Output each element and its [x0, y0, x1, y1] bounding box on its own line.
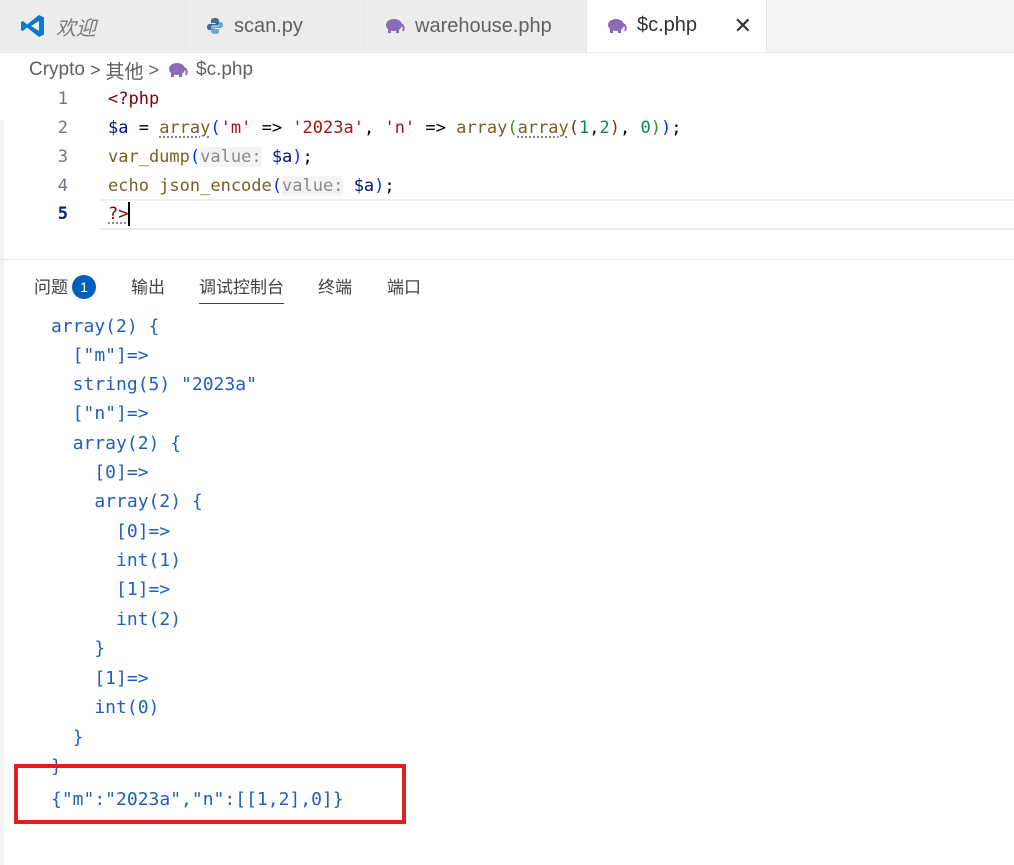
tab-label: 欢迎: [56, 17, 96, 40]
vscode-logo-icon: [21, 15, 44, 37]
console-line: [1]=>: [51, 579, 171, 600]
console-line: [0]=>: [51, 521, 171, 542]
php-elephant-icon: [169, 63, 188, 77]
console-line: array(2) {: [51, 433, 182, 454]
text-cursor: [128, 202, 131, 226]
code-line: 1 <?php: [0, 85, 1014, 114]
tab-terminal[interactable]: 终端: [318, 275, 352, 301]
editor-tab-bar: 欢迎 scan.py warehouse.php $c.php ✕: [0, 0, 1014, 53]
line-number: 5: [57, 204, 68, 224]
code-text: var_dump(value: $a);: [108, 147, 313, 167]
code-text: ?>: [108, 202, 131, 226]
console-line: string(5) "2023a": [51, 374, 257, 395]
code-text: $a = array('m' => '2023a', 'n' => array(…: [108, 118, 682, 138]
console-line: [1]=>: [51, 668, 149, 689]
breadcrumb: Crypto > 其他 > $c.php: [29, 57, 253, 83]
highlight-box: [14, 764, 406, 824]
inlay-hint: value:: [282, 176, 344, 196]
chevron-right-icon: >: [89, 59, 101, 80]
tab-bar-empty-area: [767, 0, 1014, 52]
php-elephant-icon: [386, 19, 405, 33]
console-line: }: [51, 638, 106, 659]
line-number: 2: [57, 118, 68, 138]
console-line: array(2) {: [51, 316, 160, 337]
line-number: 4: [57, 176, 68, 196]
python-icon: [207, 18, 223, 34]
line-number: 1: [57, 89, 68, 109]
inlay-hint: value:: [200, 147, 262, 167]
panel-divider: [0, 259, 1014, 260]
console-line: int(0): [51, 697, 160, 718]
code-line: 3 var_dump(value: $a);: [0, 143, 1014, 172]
code-text: <?php: [108, 89, 160, 109]
php-elephant-icon: [608, 18, 627, 33]
console-line: array(2) {: [51, 491, 203, 512]
problems-count-badge: 1: [72, 275, 96, 299]
code-line: 2 $a = array('m' => '2023a', 'n' => arra…: [0, 114, 1014, 143]
tab-label: scan.py: [234, 14, 303, 37]
console-line: [0]=>: [51, 462, 149, 483]
tab-welcome[interactable]: 欢迎: [0, 0, 186, 52]
chevron-right-icon: >: [148, 59, 160, 80]
tab-warehouse-php[interactable]: warehouse.php: [365, 0, 587, 52]
close-icon[interactable]: ✕: [734, 13, 752, 39]
code-line: 4 echo json_encode(value: $a);: [0, 172, 1014, 201]
console-line: int(2): [51, 609, 182, 630]
tab-c-php[interactable]: $c.php ✕: [587, 0, 767, 52]
console-line: ["n"]=>: [51, 403, 149, 424]
code-editor[interactable]: 1 <?php 2 $a = array('m' => '2023a', 'n'…: [0, 85, 1014, 257]
tab-ports[interactable]: 端口: [387, 275, 421, 301]
panel-tab-bar: 问题 1 输出 调试控制台 终端 端口: [0, 270, 1014, 306]
breadcrumb-folder[interactable]: 其他: [105, 57, 143, 84]
breadcrumb-root[interactable]: Crypto: [29, 59, 85, 81]
tab-label: $c.php: [637, 14, 698, 36]
breadcrumb-file[interactable]: $c.php: [196, 59, 253, 81]
tab-scan-py[interactable]: scan.py: [186, 0, 365, 52]
console-line: }: [51, 727, 84, 748]
console-line: int(1): [51, 550, 182, 571]
tab-debug-console[interactable]: 调试控制台: [199, 275, 284, 304]
tab-label: warehouse.php: [415, 14, 552, 37]
console-line: ["m"]=>: [51, 345, 149, 366]
code-line: 5 ?>: [0, 200, 1014, 229]
code-text: echo json_encode(value: $a);: [108, 176, 395, 196]
tab-output[interactable]: 输出: [131, 275, 165, 301]
line-number: 3: [57, 147, 68, 167]
tab-problems[interactable]: 问题 1: [34, 275, 96, 301]
